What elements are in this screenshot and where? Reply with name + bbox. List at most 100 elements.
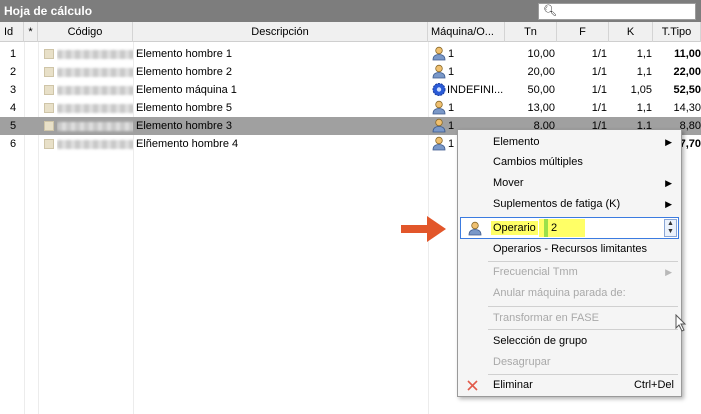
submenu-arrow-icon: ▶ xyxy=(665,267,672,277)
menu-item-cambios-multiples[interactable]: Cambios múltiples xyxy=(459,152,680,173)
menu-item-mover[interactable]: Mover ▶ xyxy=(459,173,680,194)
annotation-arrow-icon xyxy=(401,216,446,242)
submenu-arrow-icon: ▶ xyxy=(665,178,672,188)
menu-separator xyxy=(488,306,678,307)
table-row[interactable]: 3 Elemento máquina 1 INDEFINI... 50,00 1… xyxy=(0,81,701,99)
spin-updown-button[interactable]: ▲ ▼ xyxy=(664,219,677,237)
row-tn: 13,00 xyxy=(527,102,555,114)
document-icon xyxy=(44,67,54,77)
menu-item-elemento[interactable]: Elemento ▶ xyxy=(459,132,680,153)
delete-icon xyxy=(467,380,478,391)
user-icon xyxy=(432,136,446,151)
window-title: Hoja de cálculo xyxy=(4,4,93,18)
row-k: 1,1 xyxy=(636,48,652,60)
row-code-blurred xyxy=(57,63,133,81)
menu-item-operarios-recursos[interactable]: Operarios - Recursos limitantes xyxy=(459,239,680,260)
row-machine: 1 xyxy=(448,102,455,114)
menu-label: Cambios múltiples xyxy=(493,156,583,168)
column-header-f[interactable]: F xyxy=(557,22,609,42)
user-icon xyxy=(432,118,446,133)
row-f: 1/1 xyxy=(591,102,607,114)
row-f: 1/1 xyxy=(591,84,607,96)
gear-icon xyxy=(432,83,446,96)
menu-label: Transformar en FASE xyxy=(493,312,599,324)
menu-label: Operarios - Recursos limitantes xyxy=(493,243,648,255)
menu-item-eliminar[interactable]: Eliminar Ctrl+Del xyxy=(459,375,680,396)
table-row[interactable]: 4 Elemento hombre 5 1 13,00 1/1 1,1 14,3… xyxy=(0,99,701,117)
column-header-id[interactable]: Id xyxy=(0,22,24,42)
row-f: 1/1 xyxy=(591,48,607,60)
column-header-description[interactable]: Descripción xyxy=(133,22,428,42)
menu-item-seleccion-grupo[interactable]: Selección de grupo xyxy=(459,331,680,352)
column-header-machine[interactable]: Máquina/O... xyxy=(428,22,505,42)
column-header-tn[interactable]: Tn xyxy=(505,22,557,42)
menu-label: Frecuencial Tmm xyxy=(493,266,578,278)
row-description: Elemento máquina 1 xyxy=(136,84,237,96)
row-code-blurred xyxy=(57,45,133,63)
row-description: Elemento hombre 5 xyxy=(136,102,232,114)
operario-label: Operario xyxy=(491,221,538,235)
document-icon xyxy=(44,103,54,113)
mouse-cursor-icon xyxy=(675,314,687,332)
row-ttipo: 52,50 xyxy=(673,84,701,96)
row-tn: 50,00 xyxy=(527,84,555,96)
row-k: 1,1 xyxy=(636,102,652,114)
row-id: 3 xyxy=(10,84,17,96)
table-header: Id * Código Descripción Máquina/O... Tn … xyxy=(0,22,701,42)
table-row[interactable]: 1 Elemento hombre 1 1 10,00 1/1 1,1 11,0… xyxy=(0,45,701,63)
menu-item-transformar: Transformar en FASE xyxy=(459,308,680,329)
row-machine: 1 xyxy=(448,138,455,150)
row-tn: 10,00 xyxy=(527,48,555,60)
row-f: 1/1 xyxy=(591,66,607,78)
submenu-arrow-icon: ▶ xyxy=(665,137,672,147)
row-code-blurred xyxy=(57,99,133,117)
document-icon xyxy=(44,49,54,59)
menu-label: Eliminar xyxy=(493,379,533,391)
row-id: 2 xyxy=(10,66,17,78)
document-icon xyxy=(44,121,54,131)
document-icon xyxy=(44,139,54,149)
row-k: 1,05 xyxy=(630,84,652,96)
search-icon[interactable]: 🔍︎ xyxy=(543,4,557,17)
menu-shortcut: Ctrl+Del xyxy=(633,379,674,391)
row-tn: 20,00 xyxy=(527,66,555,78)
row-machine: 1 xyxy=(448,66,455,78)
menu-label: Elemento xyxy=(493,136,540,148)
row-id: 4 xyxy=(10,102,17,114)
menu-separator xyxy=(488,329,678,330)
row-ttipo: 11,00 xyxy=(674,48,701,60)
column-header-star[interactable]: * xyxy=(24,22,38,42)
column-header-ttipo[interactable]: T.Tipo xyxy=(653,22,701,42)
row-ttipo: 14,30 xyxy=(673,102,701,114)
search-input[interactable]: 🔍︎ xyxy=(538,3,696,20)
row-description: Elemento hombre 1 xyxy=(136,48,232,60)
document-icon xyxy=(44,85,54,95)
operario-spin-field[interactable]: Operario 2 ▲ ▼ xyxy=(460,217,679,239)
row-machine: INDEFINI... xyxy=(447,84,504,96)
row-id: 5 xyxy=(10,120,17,132)
window-titlebar: Hoja de cálculo 🔍︎ xyxy=(0,0,701,22)
row-ttipo: 22,00 xyxy=(673,66,701,78)
column-header-code[interactable]: Código xyxy=(38,22,133,42)
row-code-blurred xyxy=(57,135,133,153)
menu-label: Selección de grupo xyxy=(493,335,588,347)
menu-label: Desagrupar xyxy=(493,356,551,368)
row-k: 1,1 xyxy=(636,66,652,78)
row-id: 6 xyxy=(10,138,17,150)
operario-value-input[interactable]: 2 xyxy=(544,219,668,237)
table-row[interactable]: 2 Elemento hombre 2 1 20,00 1/1 1,1 22,0… xyxy=(0,63,701,81)
row-code-blurred xyxy=(57,117,133,135)
row-machine: 1 xyxy=(448,48,455,60)
row-code-blurred xyxy=(57,81,133,99)
menu-item-suplementos[interactable]: Suplementos de fatiga (K) ▶ xyxy=(459,194,680,215)
menu-item-frecuencial: Frecuencial Tmm ▶ xyxy=(459,262,680,283)
user-icon xyxy=(432,100,446,115)
submenu-arrow-icon: ▶ xyxy=(665,199,672,209)
menu-item-desagrupar: Desagrupar xyxy=(459,352,680,373)
context-menu: Elemento ▶ Cambios múltiples Mover ▶ Suple… xyxy=(457,129,682,397)
column-header-k[interactable]: K xyxy=(609,22,653,42)
menu-label: Mover xyxy=(493,177,524,189)
row-description: Elñemento hombre 4 xyxy=(136,138,239,150)
row-id: 1 xyxy=(10,48,17,60)
row-description: Elemento hombre 2 xyxy=(136,66,232,78)
